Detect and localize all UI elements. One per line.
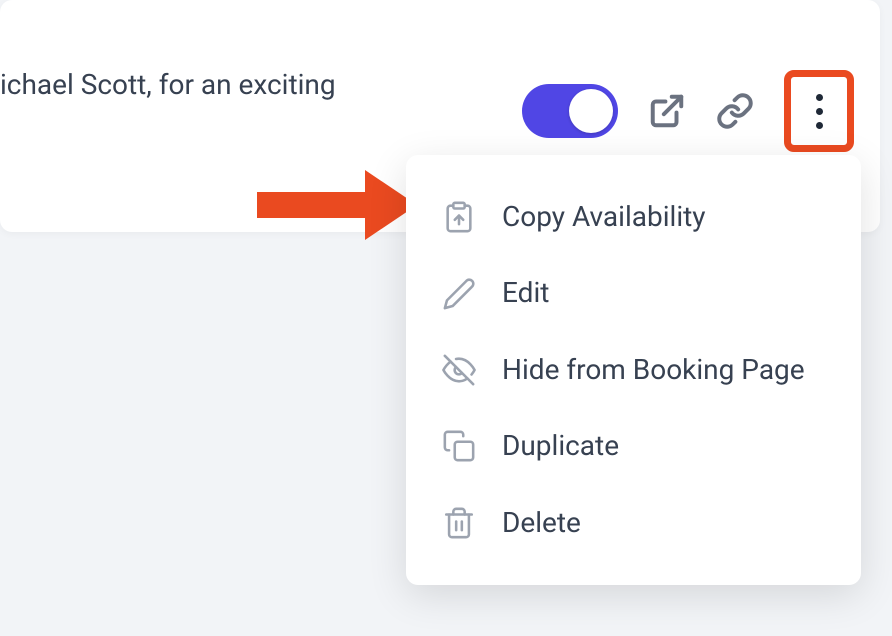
toggle-knob: [569, 89, 613, 133]
menu-label: Edit: [502, 275, 549, 311]
menu-item-edit[interactable]: Edit: [406, 255, 861, 331]
menu-label: Delete: [502, 505, 581, 541]
card-actions: [522, 70, 854, 152]
clipboard-paste-icon: [442, 200, 476, 234]
link-icon: [716, 92, 754, 130]
options-dropdown: Copy Availability Edit Hide from Booking…: [406, 155, 861, 585]
menu-item-delete[interactable]: Delete: [406, 485, 861, 561]
copy-icon: [442, 429, 476, 463]
menu-label: Copy Availability: [502, 199, 706, 235]
external-link-icon: [648, 92, 686, 130]
pencil-icon: [442, 277, 476, 311]
more-icon: [816, 94, 823, 129]
eye-off-icon: [442, 353, 476, 387]
menu-item-duplicate[interactable]: Duplicate: [406, 408, 861, 484]
open-external-button[interactable]: [648, 92, 686, 130]
menu-item-hide-booking[interactable]: Hide from Booking Page: [406, 332, 861, 408]
trash-icon: [442, 506, 476, 540]
copy-link-button[interactable]: [716, 92, 754, 130]
card-description: ichael Scott, for an exciting: [0, 68, 336, 101]
more-options-button[interactable]: [784, 70, 854, 152]
menu-label: Hide from Booking Page: [502, 352, 805, 388]
menu-item-copy-availability[interactable]: Copy Availability: [406, 179, 861, 255]
enable-toggle[interactable]: [522, 84, 618, 138]
menu-label: Duplicate: [502, 428, 619, 464]
